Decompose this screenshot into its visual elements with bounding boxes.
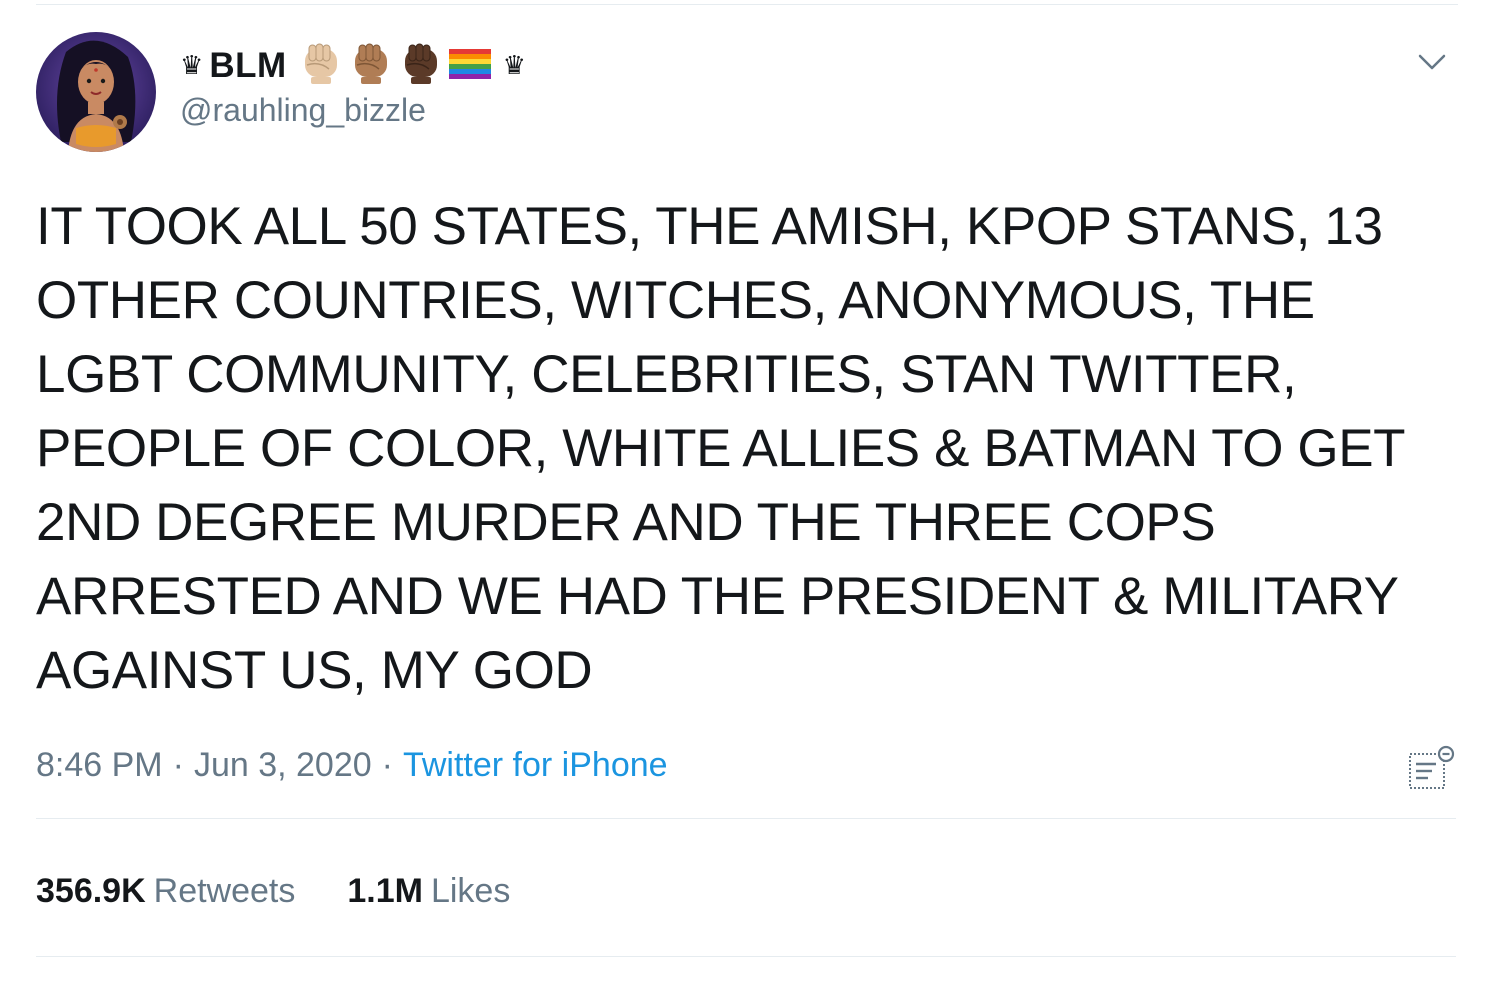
avatar[interactable] [36, 32, 156, 152]
raised-fist-light-icon [299, 43, 343, 90]
meta-separator: · [172, 746, 184, 784]
display-name[interactable]: ♛ BLM ♛ [180, 43, 526, 90]
engagement-stats: 356.9K Retweets 1.1M Likes [36, 872, 562, 911]
analytics-icon[interactable] [1406, 744, 1458, 794]
raised-fist-dark-icon [399, 43, 443, 90]
retweets-label: Retweets [153, 872, 296, 910]
likes-stat[interactable]: 1.1M Likes [347, 872, 510, 911]
crown-icon: ♛ [502, 51, 526, 81]
retweets-count: 356.9K [36, 872, 146, 910]
tweet-source-link[interactable]: Twitter for iPhone [403, 746, 668, 785]
meta-separator: · [381, 746, 393, 784]
tweet-date[interactable]: Jun 3, 2020 [194, 746, 372, 785]
tweet-text: IT TOOK ALL 50 STATES, THE AMISH, KPOP S… [36, 197, 1406, 700]
crown-icon: ♛ [180, 51, 204, 81]
tweet-time[interactable]: 8:46 PM [36, 746, 163, 785]
author-block: ♛ BLM ♛ @rauhling_bizzle [180, 43, 526, 129]
tweet-header: ♛ BLM ♛ @rauhling_bizzle [36, 32, 1458, 154]
rainbow-flag-icon [448, 48, 491, 84]
likes-label: Likes [430, 872, 511, 910]
raised-fist-medium-icon [349, 43, 393, 90]
author-handle[interactable]: @rauhling_bizzle [180, 92, 526, 129]
divider [36, 818, 1456, 819]
divider [36, 956, 1456, 957]
tweet-meta: 8:46 PM · Jun 3, 2020 · Twitter for iPho… [36, 746, 668, 785]
top-divider [36, 4, 1458, 5]
display-name-text: BLM [209, 46, 287, 85]
chevron-down-icon[interactable] [1414, 50, 1450, 74]
retweets-stat[interactable]: 356.9K Retweets [36, 872, 295, 911]
likes-count: 1.1M [347, 872, 423, 910]
